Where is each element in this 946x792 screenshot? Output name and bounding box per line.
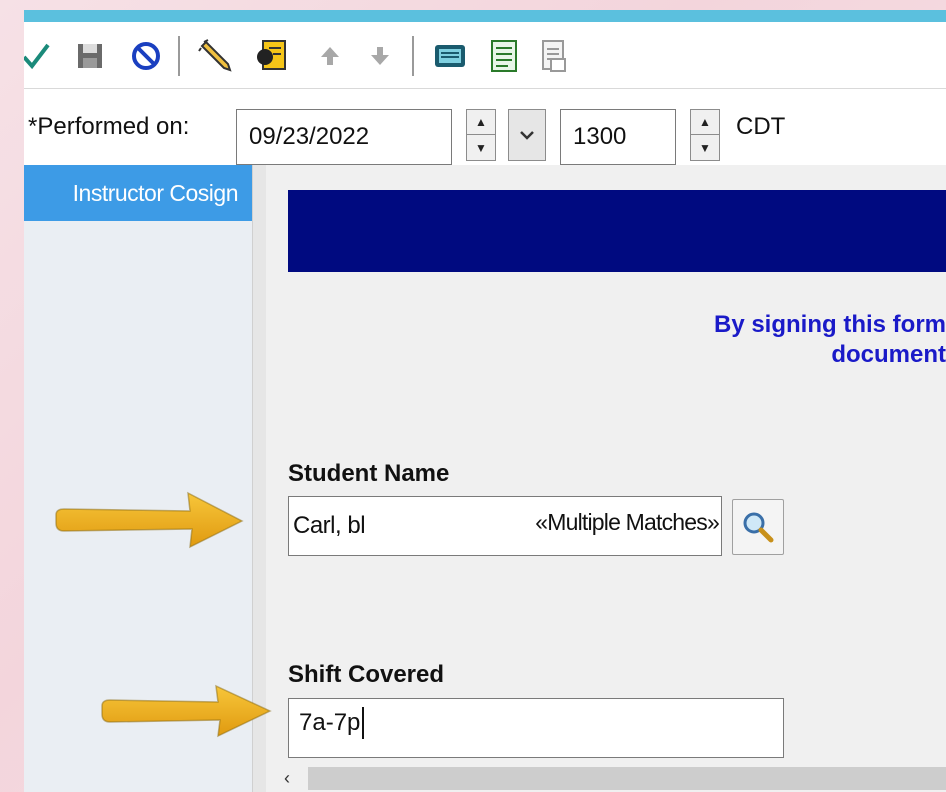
cancel-icon[interactable]: [128, 38, 164, 74]
student-name-value: Carl, bl: [293, 512, 366, 539]
form-icon[interactable]: [254, 38, 290, 74]
annotation-arrow-shift-icon: [101, 684, 272, 738]
text-cursor: [362, 707, 364, 739]
time-spinner[interactable]: ▲ ▼: [690, 109, 720, 161]
time-spin-up-icon[interactable]: ▲: [691, 110, 719, 135]
save-icon[interactable]: [72, 38, 108, 74]
date-spin-up-icon[interactable]: ▲: [467, 110, 495, 135]
app-window: *Performed on: 09/23/2022 ▲ ▼ 1300 ▲ ▼ C…: [24, 10, 946, 792]
performed-on-label: *Performed on:: [28, 113, 190, 140]
title-bar: [24, 10, 946, 22]
performed-time-field[interactable]: 1300: [560, 109, 676, 165]
timezone-label: CDT: [736, 113, 786, 140]
pencil-icon[interactable]: [198, 38, 234, 74]
toolbar: [24, 22, 946, 89]
horizontal-scrollbar[interactable]: ‹: [266, 765, 946, 792]
student-search-button[interactable]: [732, 499, 784, 555]
toolbar-separator: [178, 36, 180, 76]
shift-covered-field[interactable]: 7a-7p: [288, 698, 784, 758]
form-header-banner: [288, 190, 946, 272]
signing-notice-line2: document: [831, 341, 946, 368]
student-name-label: Student Name: [288, 460, 450, 487]
annotation-arrow-student-icon: [55, 491, 244, 549]
performed-on-row: *Performed on: 09/23/2022 ▲ ▼ 1300 ▲ ▼ C…: [24, 89, 946, 165]
magnifier-icon: [743, 512, 774, 543]
sign-check-icon[interactable]: [24, 38, 54, 74]
down-arrow-icon[interactable]: [362, 38, 398, 74]
time-spin-down-icon[interactable]: ▼: [691, 135, 719, 160]
up-arrow-icon[interactable]: [312, 38, 348, 74]
sidebar-item-instructor-cosign[interactable]: Instructor Cosign: [24, 165, 252, 221]
signing-notice-line1: By signing this form: [713, 311, 946, 338]
multiple-matches-indicator: «Multiple Matches»: [535, 509, 720, 535]
toolbar-separator: [412, 36, 414, 76]
student-name-field[interactable]: Carl, bl «Multiple Matches»: [288, 496, 722, 556]
scroll-thumb[interactable]: [308, 767, 946, 790]
performed-date-field[interactable]: 09/23/2022: [236, 109, 452, 165]
date-spinner[interactable]: ▲ ▼: [466, 109, 496, 161]
calculator-icon[interactable]: [432, 38, 468, 74]
date-spin-down-icon[interactable]: ▼: [467, 135, 495, 160]
chevron-down-icon: [520, 131, 534, 140]
form-content: By signing this form document Student Na…: [266, 165, 946, 792]
checklist-icon[interactable]: [486, 38, 522, 74]
shift-covered-label: Shift Covered: [288, 661, 445, 688]
document-icon[interactable]: [536, 38, 572, 74]
scroll-left-icon[interactable]: ‹: [274, 765, 300, 792]
signing-notice: By signing this form document: [714, 310, 946, 370]
date-dropdown-button[interactable]: [508, 109, 546, 161]
shift-covered-value: 7a-7p: [299, 709, 361, 736]
